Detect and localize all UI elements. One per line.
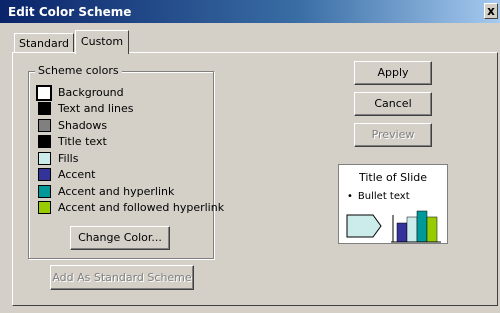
scheme-item-fills[interactable]: Fills	[38, 151, 78, 166]
scheme-item-label: Fills	[58, 152, 79, 165]
color-swatch	[38, 152, 51, 165]
scheme-item-title-text[interactable]: Title text	[38, 134, 107, 149]
color-swatch	[38, 102, 51, 115]
bar-fill	[406, 216, 418, 243]
scheme-item-text-and-lines[interactable]: Text and lines	[38, 101, 134, 116]
arrow-shape	[346, 214, 382, 238]
color-swatch	[38, 185, 51, 198]
bar-hyperlink	[416, 210, 428, 243]
color-swatch	[38, 201, 51, 214]
bullet-text: Bullet text	[357, 191, 410, 202]
bar-followed	[426, 216, 438, 243]
bar-accent	[396, 222, 408, 243]
tab-custom[interactable]: Custom	[75, 30, 129, 54]
tab-standard[interactable]: Standard	[14, 33, 74, 52]
color-swatch	[36, 84, 52, 101]
scheme-item-accent[interactable]: Accent	[38, 167, 95, 182]
scheme-item-label: Title text	[58, 135, 107, 148]
apply-button[interactable]: Apply	[354, 61, 432, 85]
scheme-item-shadows[interactable]: Shadows	[38, 118, 107, 133]
scheme-item-accent-and-hyperlink[interactable]: Accent and hyperlink	[38, 184, 174, 199]
preview-slide-title: Title of Slide	[358, 171, 427, 184]
preview-button[interactable]: Preview	[354, 123, 432, 147]
color-swatch	[38, 168, 51, 181]
preview-graphics	[346, 210, 441, 243]
scheme-item-label: Shadows	[58, 119, 108, 132]
change-color-button[interactable]: Change Color...	[70, 226, 170, 250]
scheme-item-accent-followed-hyperlink[interactable]: Accent and followed hyperlink	[38, 200, 224, 215]
color-swatch	[38, 135, 51, 148]
scheme-colors-label: Scheme colors	[35, 64, 122, 77]
window-title: Edit Color Scheme	[8, 4, 132, 19]
title-bar: Edit Color Scheme x	[0, 0, 500, 23]
close-icon[interactable]: x	[484, 3, 498, 19]
scheme-item-label: Accent and hyperlink	[58, 185, 175, 198]
scheme-item-background[interactable]: Background	[36, 84, 124, 101]
preview-bullet: • Bullet text	[347, 191, 410, 202]
scheme-item-label: Text and lines	[58, 102, 134, 115]
scheme-item-label: Accent	[58, 168, 96, 181]
scheme-item-label: Background	[58, 86, 124, 99]
add-as-standard-scheme-button[interactable]: Add As Standard Scheme	[50, 265, 194, 290]
scheme-preview: Title of Slide • Bullet text	[338, 164, 448, 244]
cancel-button[interactable]: Cancel	[354, 92, 432, 116]
bullet-marker: •	[347, 191, 353, 202]
scheme-item-label: Accent and followed hyperlink	[58, 201, 225, 214]
color-swatch	[38, 119, 51, 132]
